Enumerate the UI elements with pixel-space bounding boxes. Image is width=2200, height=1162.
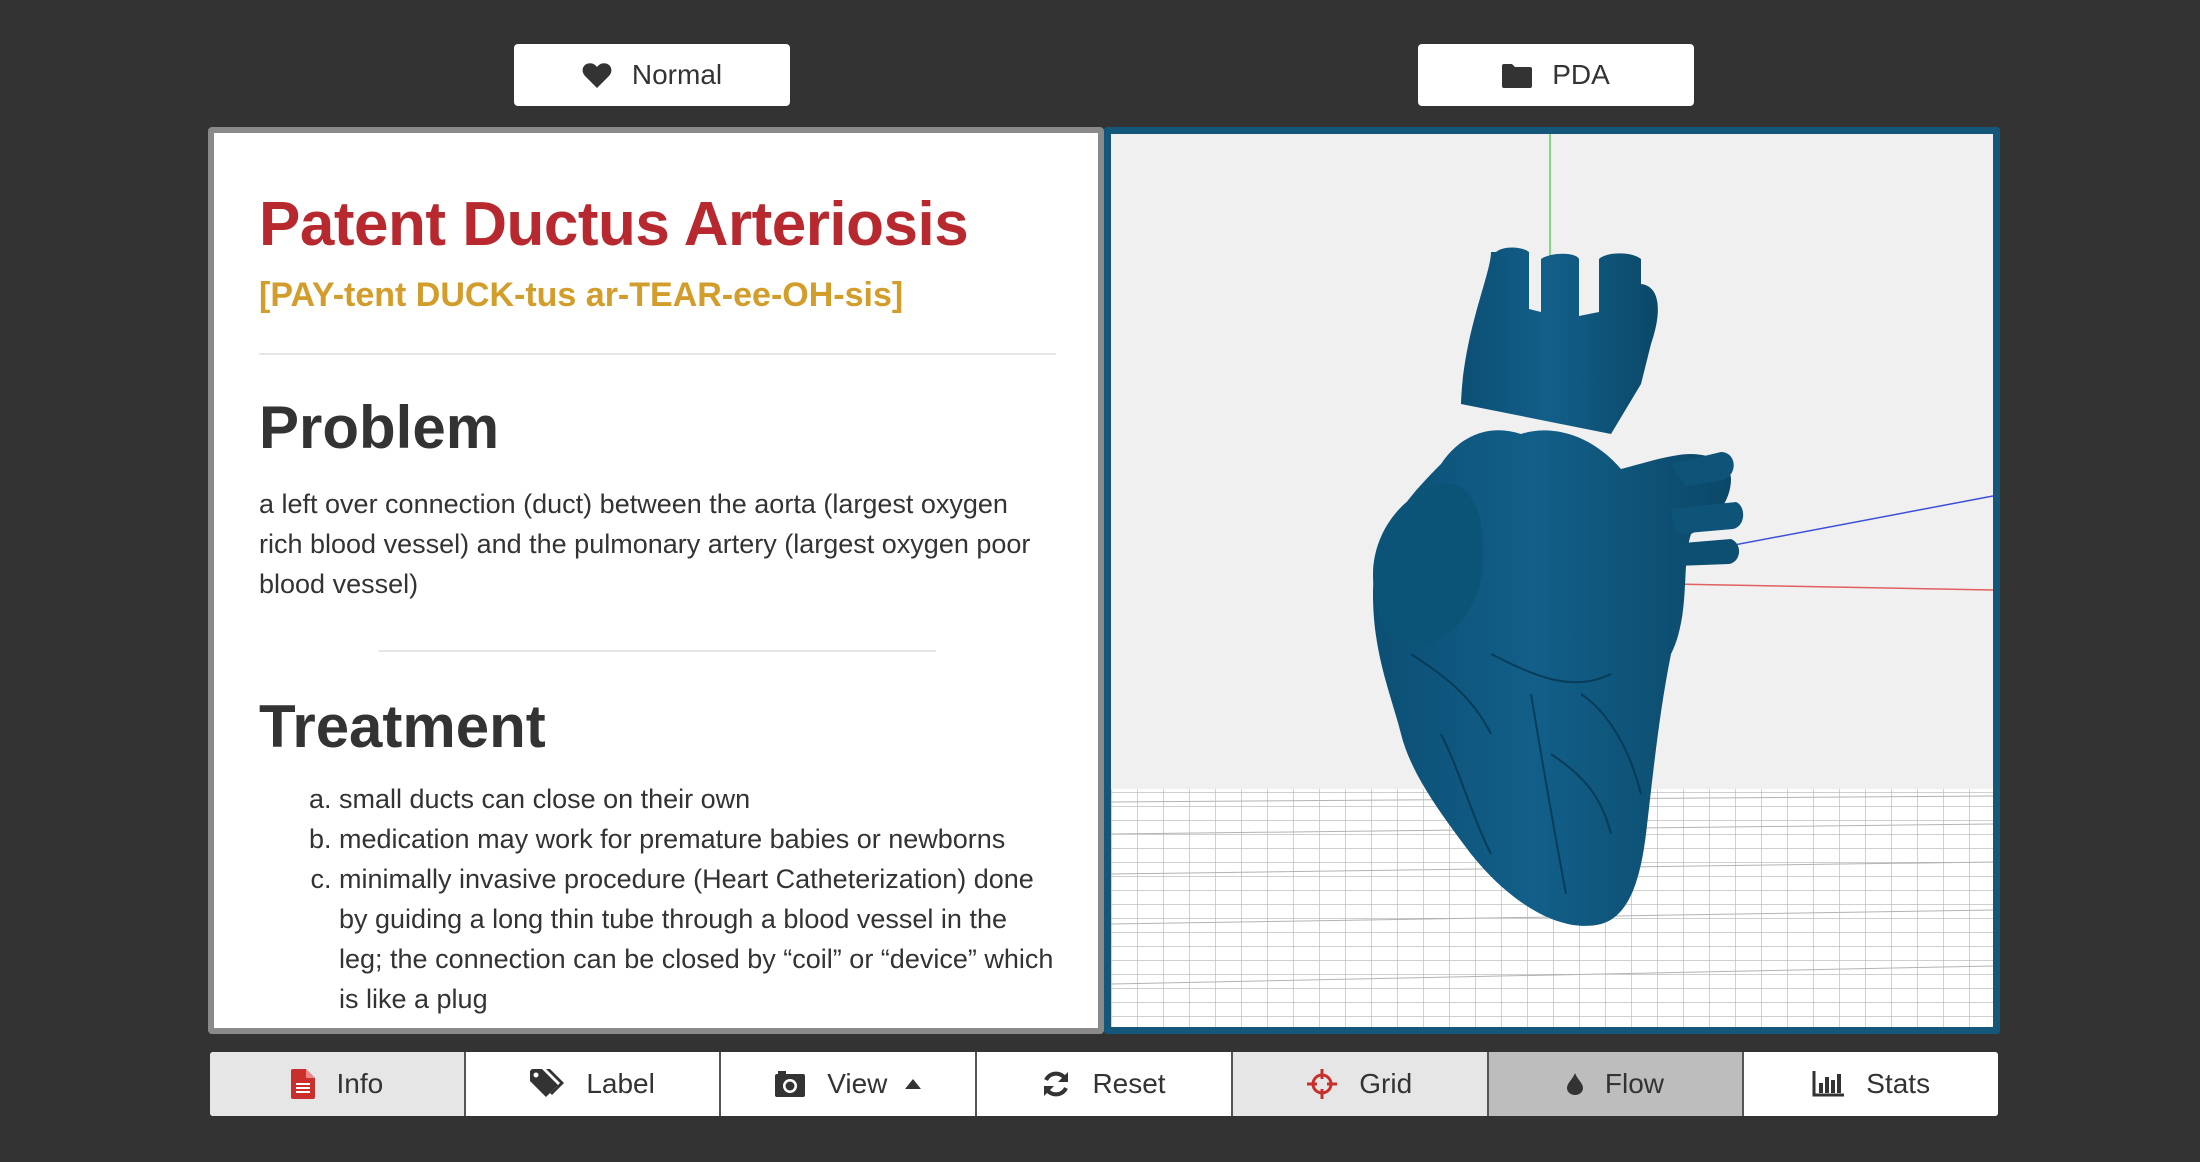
list-item: medication may work for premature babies… (339, 819, 1056, 859)
toolbar: Info Label View Reset Grid Flow Stats (210, 1052, 1998, 1116)
page-title: Patent Ductus Arteriosis (259, 190, 969, 259)
file-icon (290, 1069, 315, 1099)
pda-button-label: PDA (1552, 59, 1610, 90)
normal-button-label: Normal (631, 59, 723, 90)
problem-text: a left over connection (duct) between th… (259, 489, 1031, 599)
tint-icon (1566, 1073, 1583, 1095)
stats-button[interactable]: Stats (1744, 1052, 1998, 1116)
heart-icon (582, 62, 612, 89)
flow-button-label: Flow (1604, 1068, 1665, 1099)
folder-icon (1502, 63, 1533, 88)
list-item: surgically (opening on the side, between… (339, 1019, 1056, 1028)
treatment-heading: Treatment (259, 693, 546, 760)
stats-button-label: Stats (1866, 1068, 1931, 1099)
list-item: small ducts can close on their own (339, 779, 1056, 819)
camera-icon (775, 1071, 806, 1097)
view-button[interactable]: View (721, 1052, 978, 1116)
grid-button-label: Grid (1359, 1068, 1413, 1099)
label-button-label: Label (586, 1068, 655, 1099)
refresh-icon (1042, 1070, 1070, 1098)
view-button-label: View (827, 1068, 888, 1099)
x-axis-line (1670, 583, 1993, 591)
reset-button[interactable]: Reset (977, 1052, 1233, 1116)
info-button-label: Info (336, 1068, 384, 1099)
tags-icon (530, 1069, 565, 1099)
grid-button[interactable]: Grid (1232, 1052, 1489, 1116)
bar-chart-icon (1812, 1071, 1845, 1097)
list-item: minimally invasive procedure (Heart Cath… (339, 859, 1056, 1019)
normal-button[interactable]: Normal (514, 44, 790, 106)
info-button[interactable]: Info (210, 1052, 466, 1116)
reset-button-label: Reset (1092, 1068, 1166, 1099)
problem-heading: Problem (259, 394, 500, 461)
3d-scene[interactable] (1111, 134, 1993, 1027)
treatment-list: small ducts can close on their own medic… (259, 779, 1056, 1028)
pda-button[interactable]: PDA (1418, 44, 1694, 106)
label-button[interactable]: Label (465, 1052, 722, 1116)
3d-viewer[interactable] (1104, 127, 2000, 1034)
flow-button[interactable]: Flow (1488, 1052, 1745, 1116)
crosshairs-icon (1307, 1069, 1338, 1099)
divider (379, 650, 936, 652)
pronunciation: [PAY-tent DUCK-tus ar-TEAR-ee-OH-sis] (259, 276, 904, 314)
info-panel[interactable]: Patent Ductus Arteriosis [PAY-tent DUCK-… (208, 127, 1104, 1034)
caret-up-icon (905, 1079, 922, 1089)
divider (259, 353, 1056, 355)
